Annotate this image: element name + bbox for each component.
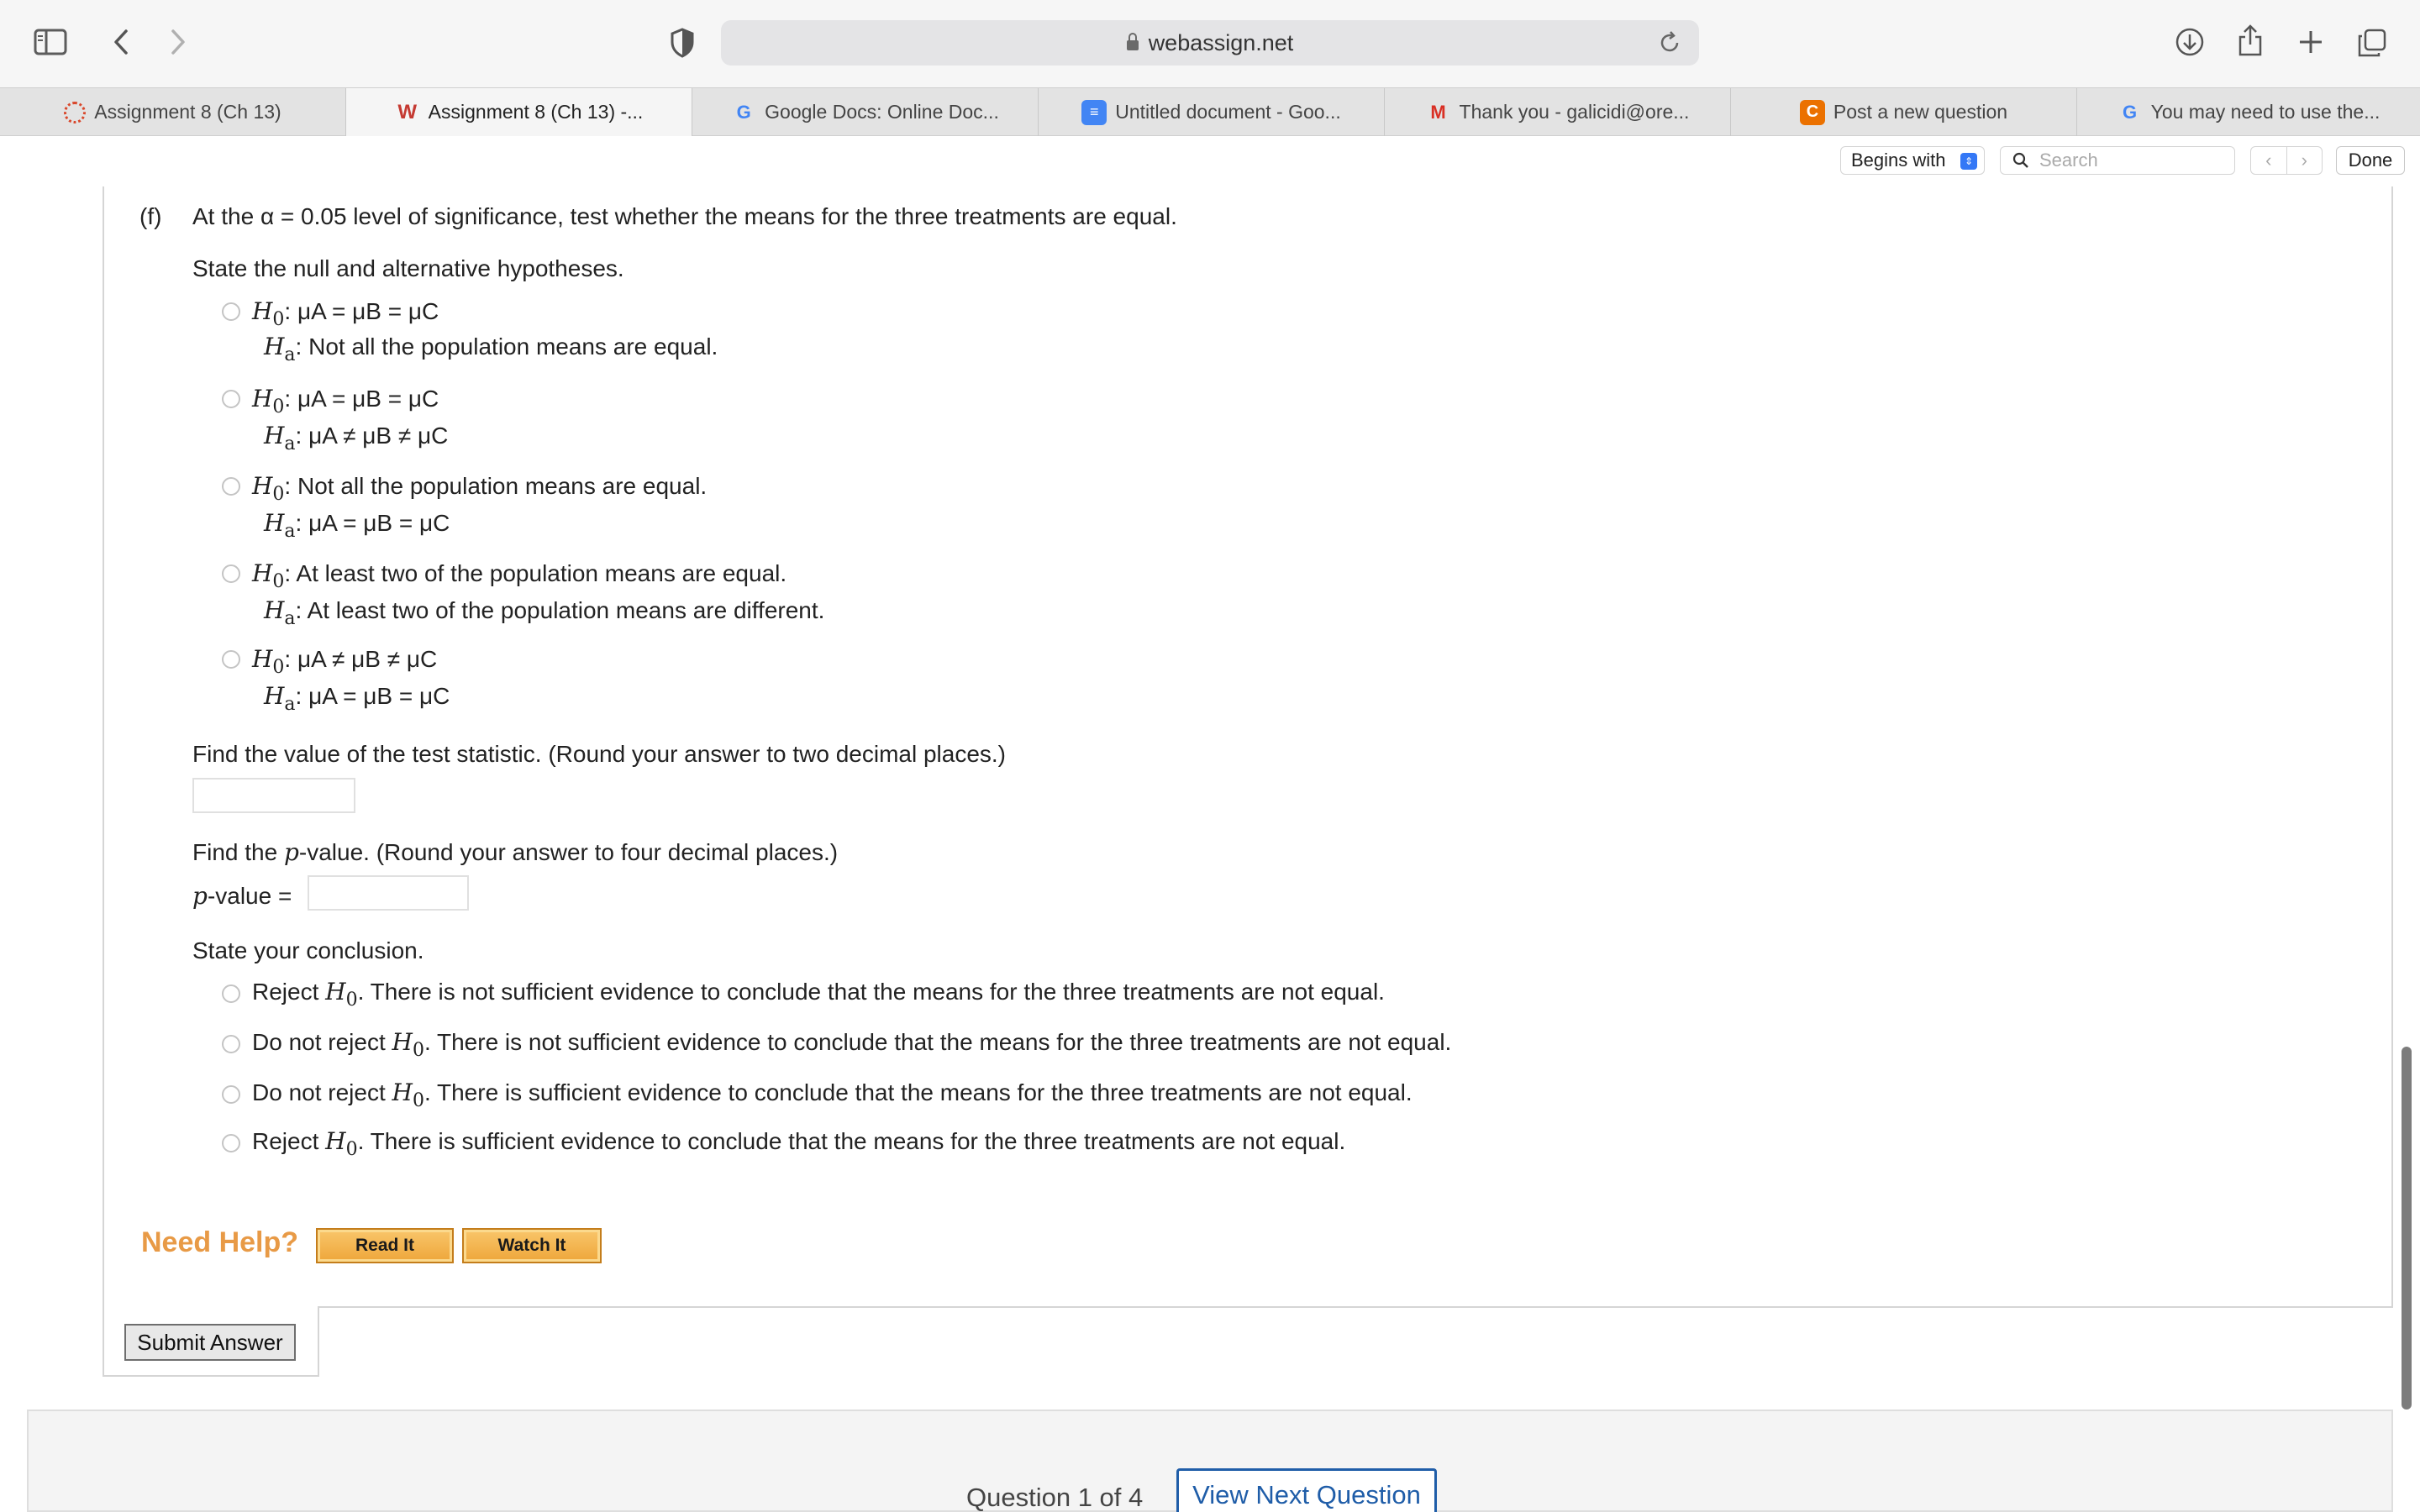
question-prompt: At the α = 0.05 level of significance, t… bbox=[192, 203, 1177, 229]
hypothesis-option-4-radio[interactable] bbox=[222, 564, 240, 583]
tab-google-search[interactable]: G You may need to use the... bbox=[2077, 88, 2420, 136]
conclusion-heading: State your conclusion. bbox=[192, 937, 424, 963]
conclusion-option-2-radio[interactable] bbox=[222, 1035, 240, 1053]
address-bar[interactable]: webassign.net bbox=[721, 20, 1699, 66]
view-next-question-button[interactable]: View Next Question bbox=[1176, 1468, 1437, 1512]
tab-overview-icon[interactable] bbox=[2354, 25, 2390, 60]
hypothesis-option-3-radio[interactable] bbox=[222, 477, 240, 496]
conclusion-option-3-radio[interactable] bbox=[222, 1085, 240, 1104]
conclusion-option-2-label: Do not reject H0. There is not sufficien… bbox=[252, 1028, 1452, 1061]
hypothesis-option-1-ha: Ha: Not all the population means are equ… bbox=[264, 333, 718, 365]
search-icon bbox=[2012, 152, 2028, 168]
read-it-button[interactable]: Read It bbox=[316, 1228, 454, 1263]
hypothesis-option-5-radio[interactable] bbox=[222, 650, 240, 669]
url-text: webassign.net bbox=[1148, 29, 1294, 55]
chevron-updown-icon: ⇕ bbox=[1960, 153, 1977, 170]
google-icon: G bbox=[2123, 101, 2138, 123]
conclusion-option-1-label: Reject H0. There is not sufficient evide… bbox=[252, 978, 1385, 1011]
conclusion-option-4-radio[interactable] bbox=[222, 1134, 240, 1152]
hypothesis-option-5-ha: Ha: μA = μB = μC bbox=[264, 682, 450, 715]
chegg-icon: C bbox=[1799, 99, 1825, 125]
tab-gmail[interactable]: M Thank you - galicidi@ore... bbox=[1385, 88, 1731, 136]
find-search-input[interactable]: Search bbox=[2000, 146, 2235, 175]
hypothesis-option-2-h0: H0: μA = μB = μC bbox=[252, 385, 439, 417]
wa-gear-icon bbox=[64, 101, 87, 123]
browser-toolbar: webassign.net bbox=[0, 0, 2420, 87]
question-count: Question 1 of 4 bbox=[966, 1483, 1144, 1512]
hypothesis-option-2-ha: Ha: μA ≠ μB ≠ μC bbox=[264, 422, 449, 454]
find-next-icon[interactable]: › bbox=[2287, 147, 2323, 174]
hypotheses-heading: State the null and alternative hypothese… bbox=[192, 255, 624, 281]
hypothesis-option-1-h0: H0: μA = μB = μC bbox=[252, 297, 439, 330]
tab-bar: Assignment 8 (Ch 13) W Assignment 8 (Ch … bbox=[0, 87, 2420, 136]
wa-logo-icon: W bbox=[397, 100, 417, 123]
forward-icon[interactable] bbox=[161, 25, 195, 59]
gmail-icon: M bbox=[1430, 101, 1446, 123]
hypothesis-option-4-h0: H0: At least two of the population means… bbox=[252, 559, 787, 592]
find-done-button[interactable]: Done bbox=[2336, 146, 2405, 175]
back-icon[interactable] bbox=[104, 25, 138, 59]
reload-icon[interactable] bbox=[1657, 30, 1682, 55]
find-nav: ‹ › bbox=[2250, 146, 2323, 175]
hypothesis-option-2-radio[interactable] bbox=[222, 390, 240, 408]
lock-icon bbox=[1126, 33, 1139, 50]
browser-window: webassign.net Assignment 8 (Ch 13) W Ass… bbox=[0, 0, 2420, 1512]
need-help-label: Need Help? bbox=[141, 1226, 299, 1258]
page-scrollbar[interactable] bbox=[2402, 1047, 2412, 1410]
pvalue-input[interactable] bbox=[308, 875, 469, 911]
find-bar: Begins with ⇕ Search ‹ › Done bbox=[0, 136, 2420, 185]
pvalue-label: p-value = bbox=[192, 882, 292, 910]
hypothesis-option-1-radio[interactable] bbox=[222, 302, 240, 321]
hypothesis-option-5-h0: H0: μA ≠ μB ≠ μC bbox=[252, 645, 438, 678]
privacy-shield-icon[interactable] bbox=[666, 25, 699, 60]
share-icon[interactable] bbox=[2233, 22, 2267, 59]
watch-it-button[interactable]: Watch It bbox=[462, 1228, 602, 1263]
google-icon: G bbox=[736, 101, 751, 123]
sidebar-toggle-icon[interactable] bbox=[32, 25, 69, 59]
hypothesis-option-3-h0: H0: Not all the population means are equ… bbox=[252, 472, 708, 505]
hypothesis-option-4-ha: Ha: At least two of the population means… bbox=[264, 596, 825, 629]
submit-answer-button[interactable]: Submit Answer bbox=[124, 1324, 296, 1361]
part-label: (f) bbox=[139, 203, 162, 229]
hypothesis-option-3-ha: Ha: μA = μB = μC bbox=[264, 509, 450, 542]
test-statistic-prompt: Find the value of the test statistic. (R… bbox=[192, 741, 1007, 767]
test-statistic-input[interactable] bbox=[192, 778, 355, 813]
tab-chegg[interactable]: C Post a new question bbox=[1731, 88, 2077, 136]
conclusion-option-3-label: Do not reject H0. There is sufficient ev… bbox=[252, 1079, 1413, 1111]
conclusion-option-4-label: Reject H0. There is sufficient evidence … bbox=[252, 1127, 1346, 1160]
tab-assignment-8-webassign[interactable]: W Assignment 8 (Ch 13) -... bbox=[346, 88, 692, 136]
docs-icon: ≡ bbox=[1081, 99, 1107, 125]
new-tab-icon[interactable] bbox=[2294, 25, 2328, 59]
downloads-icon[interactable] bbox=[2173, 25, 2207, 59]
find-mode-select[interactable]: Begins with ⇕ bbox=[1840, 146, 1985, 175]
find-previous-icon[interactable]: ‹ bbox=[2251, 147, 2287, 174]
conclusion-option-1-radio[interactable] bbox=[222, 984, 240, 1003]
tab-untitled-document[interactable]: ≡ Untitled document - Goo... bbox=[1039, 88, 1385, 136]
pvalue-prompt: Find the p-value. (Round your answer to … bbox=[192, 838, 839, 866]
tab-assignment-8[interactable]: Assignment 8 (Ch 13) bbox=[0, 88, 346, 136]
tab-google-docs[interactable]: G Google Docs: Online Doc... bbox=[692, 88, 1039, 136]
